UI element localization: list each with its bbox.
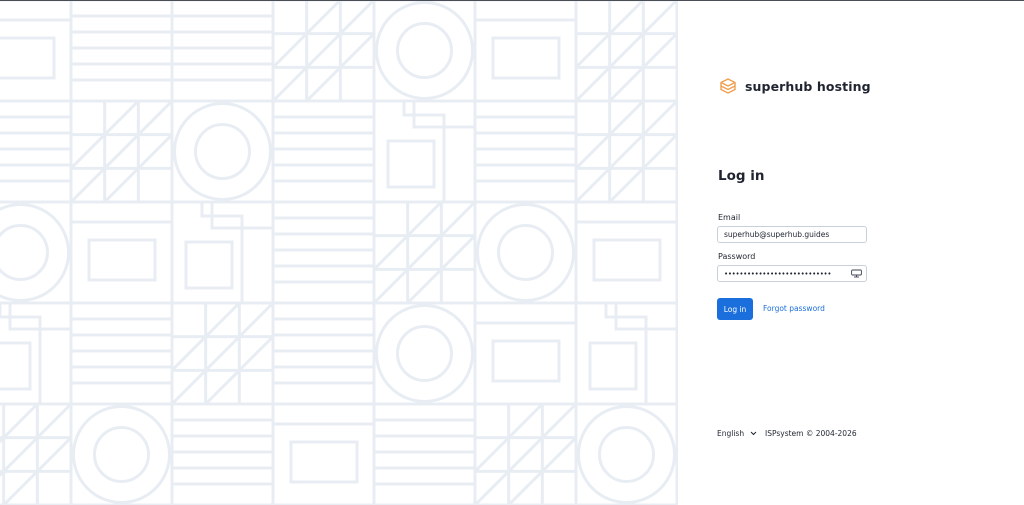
password-label: Password <box>718 252 756 261</box>
email-value: superhub@superhub.guides <box>724 230 830 239</box>
chevron-down-icon <box>750 431 757 436</box>
page-title: Log in <box>718 168 765 184</box>
server-stack-icon <box>720 78 736 94</box>
language-selector[interactable]: English <box>717 429 757 438</box>
email-field[interactable]: superhub@superhub.guides <box>717 226 867 243</box>
login-panel: superhub hosting Log in Email superhub@s… <box>678 1 1024 505</box>
password-field[interactable]: •••••••••••••••••••••••••••• <box>717 265 867 282</box>
language-label: English <box>717 429 745 438</box>
geometric-pattern <box>0 1 677 505</box>
brand-name: superhub hosting <box>745 78 871 94</box>
show-password-icon[interactable] <box>851 269 862 278</box>
password-value: •••••••••••••••••••••••••••• <box>724 269 832 278</box>
forgot-password-link[interactable]: Forgot password <box>763 304 825 313</box>
login-button[interactable]: Log in <box>717 298 753 320</box>
email-label: Email <box>718 213 741 222</box>
decorative-pattern-panel <box>0 1 677 505</box>
copyright-text: ISPsystem © 2004-2026 <box>765 429 857 438</box>
brand: superhub hosting <box>719 77 871 95</box>
